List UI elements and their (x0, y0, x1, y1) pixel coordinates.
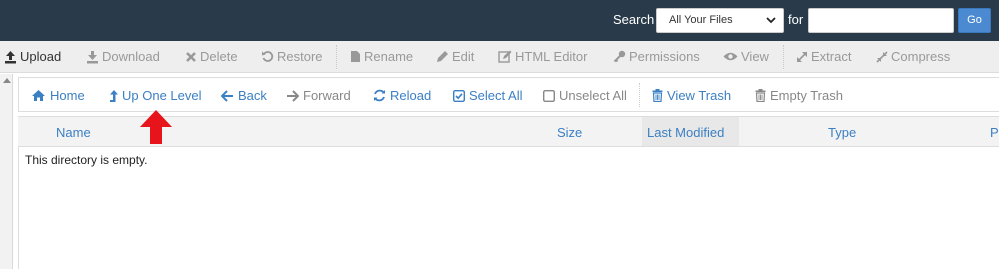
reload-label: Reload (390, 88, 432, 103)
trash-icon (755, 89, 766, 102)
key-icon (613, 50, 626, 63)
chevron-down-icon (766, 17, 776, 24)
column-header-type[interactable]: Type (828, 125, 856, 140)
back-label: Back (238, 88, 267, 103)
search-label: Search (613, 12, 655, 27)
delete-button[interactable]: Delete (185, 49, 238, 64)
empty-trash-button[interactable]: Empty Trash (755, 88, 843, 103)
upload-icon (5, 50, 16, 63)
expand-arrows-icon (797, 51, 807, 62)
html-editor-label: HTML Editor (515, 49, 588, 64)
toolbar-divider (783, 45, 784, 69)
column-header-last-modified[interactable]: Last Modified (647, 125, 724, 140)
restore-label: Restore (277, 49, 323, 64)
download-button[interactable]: Download (86, 49, 160, 64)
go-button[interactable]: Go (958, 8, 991, 33)
forward-label: Forward (303, 88, 351, 103)
rename-icon (351, 51, 360, 62)
for-label: for (788, 12, 804, 27)
search-scope-value: All Your Files (669, 14, 733, 26)
search-scope-select[interactable]: All Your Files (656, 8, 784, 33)
top-search-bar: Search All Your Files for Go (0, 0, 999, 41)
rename-label: Rename (364, 49, 414, 64)
view-trash-button[interactable]: View Trash (652, 88, 731, 103)
html-editor-icon (498, 50, 512, 63)
back-button[interactable]: Back (221, 88, 267, 103)
eye-icon (723, 52, 738, 61)
back-arrow-icon (221, 89, 233, 102)
view-trash-label: View Trash (667, 88, 732, 103)
unselect-all-label: Unselect All (559, 88, 627, 103)
permissions-button[interactable]: Permissions (613, 49, 700, 64)
upload-button[interactable]: Upload (4, 49, 61, 64)
reload-icon (374, 89, 385, 102)
extract-label: Extract (811, 49, 852, 64)
unselect-all-button[interactable]: Unselect All (543, 88, 627, 103)
up-level-icon (110, 89, 118, 102)
home-label: Home (50, 88, 85, 103)
navigation-bar: Home Up One Level Back Forward Reload Se… (18, 77, 999, 112)
extract-button[interactable]: Extract (796, 49, 851, 64)
compress-label: Compress (891, 49, 951, 64)
file-toolbar: Upload Download Delete Restore Rename Ed… (0, 41, 999, 73)
empty-directory-message: This directory is empty. (25, 153, 148, 167)
nav-divider (639, 83, 640, 107)
column-header-name[interactable]: Name (56, 125, 91, 140)
permissions-label: Permissions (629, 49, 700, 64)
restore-icon (262, 51, 274, 62)
download-icon (87, 50, 98, 63)
red-arrow-annotation (140, 110, 172, 144)
compress-arrows-icon (876, 50, 888, 63)
upload-label: Upload (20, 49, 62, 64)
download-label: Download (102, 49, 160, 64)
compress-button[interactable]: Compress (876, 49, 950, 64)
scroll-up-arrow-icon[interactable] (3, 78, 11, 83)
edit-icon (437, 51, 448, 62)
forward-arrow-icon (287, 89, 299, 102)
up-one-level-label: Up One Level (122, 88, 202, 103)
restore-button[interactable]: Restore (261, 49, 323, 64)
edit-button[interactable]: Edit (436, 49, 474, 64)
select-all-label: Select All (469, 88, 523, 103)
checkbox-empty-icon (543, 89, 555, 102)
column-header-permissions[interactable]: P (990, 125, 999, 140)
home-icon (32, 90, 45, 101)
file-table-body: This directory is empty. (18, 147, 999, 269)
rename-button[interactable]: Rename (350, 49, 413, 64)
delete-icon (186, 51, 196, 62)
checkbox-checked-icon (453, 89, 465, 102)
up-one-level-button[interactable]: Up One Level (109, 88, 202, 103)
toolbar-divider (336, 45, 337, 69)
search-input[interactable] (808, 8, 954, 33)
edit-label: Edit (452, 49, 475, 64)
html-editor-button[interactable]: HTML Editor (498, 49, 587, 64)
column-header-size[interactable]: Size (557, 125, 582, 140)
reload-button[interactable]: Reload (373, 88, 431, 103)
select-all-button[interactable]: Select All (453, 88, 522, 103)
directory-tree-pane[interactable] (0, 74, 13, 269)
trash-icon (652, 89, 663, 102)
forward-button[interactable]: Forward (286, 88, 351, 103)
view-label: View (741, 49, 769, 64)
delete-label: Delete (200, 49, 238, 64)
home-button[interactable]: Home (31, 88, 85, 103)
empty-trash-label: Empty Trash (770, 88, 843, 103)
view-button[interactable]: View (723, 49, 769, 64)
